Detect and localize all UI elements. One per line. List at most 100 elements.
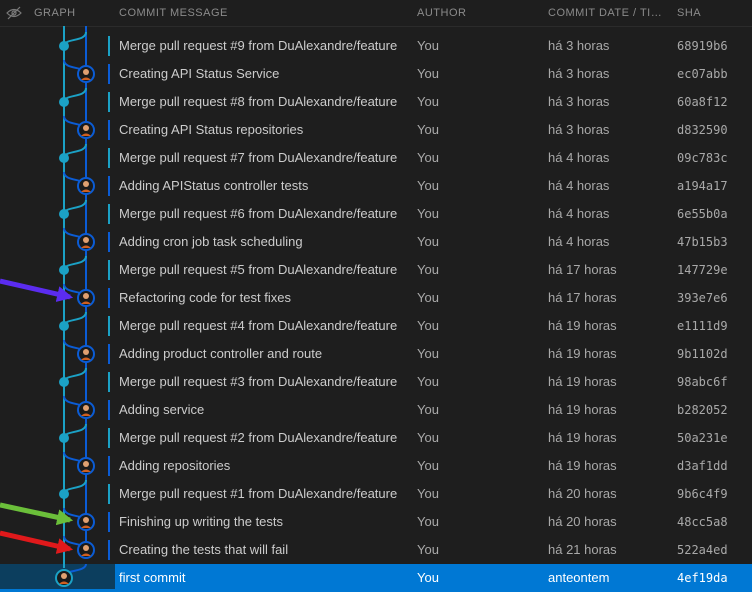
avatar-face xyxy=(61,573,67,579)
merge-commit-dot xyxy=(59,265,69,275)
commit-date: há 20 horas xyxy=(548,514,617,529)
commit-message: Adding product controller and route xyxy=(119,346,323,361)
commit-date: há 19 horas xyxy=(548,374,617,389)
commit-author: You xyxy=(417,150,439,165)
avatar-face xyxy=(83,69,89,75)
commit-author: You xyxy=(417,66,439,81)
commit-date: há 19 horas xyxy=(548,402,617,417)
commit-date: há 3 horas xyxy=(548,94,610,109)
commit-author: You xyxy=(417,486,439,501)
commit-author: You xyxy=(417,122,439,137)
commit-author: You xyxy=(417,570,439,585)
commit-message: Merge pull request #5 from DuAlexandre/f… xyxy=(119,262,398,277)
commit-sha: 4ef19da xyxy=(677,571,728,585)
merge-commit-dot xyxy=(59,153,69,163)
commit-message: Merge pull request #7 from DuAlexandre/f… xyxy=(119,150,398,165)
commit-sha: 9b6c4f9 xyxy=(677,487,728,501)
commit-message: Merge pull request #2 from DuAlexandre/f… xyxy=(119,430,398,445)
commit-message: Merge pull request #1 from DuAlexandre/f… xyxy=(119,486,398,501)
commit-date: há 19 horas xyxy=(548,318,617,333)
avatar-face xyxy=(83,349,89,355)
avatar-face xyxy=(83,405,89,411)
commit-message: Creating API Status Service xyxy=(119,66,280,81)
commit-author: You xyxy=(417,38,439,53)
merge-commit-dot xyxy=(59,97,69,107)
commit-date: há 3 horas xyxy=(548,122,610,137)
commit-date: há 3 horas xyxy=(548,66,610,81)
avatar-face xyxy=(83,181,89,187)
commit-author: You xyxy=(417,262,439,277)
merge-commit-dot xyxy=(59,377,69,387)
commit-author: You xyxy=(417,178,439,193)
commit-date: há 17 horas xyxy=(548,262,617,277)
merge-commit-dot xyxy=(59,433,69,443)
commit-graph xyxy=(0,26,115,589)
commit-sha: b282052 xyxy=(677,403,728,417)
commit-author: You xyxy=(417,514,439,529)
commit-author: You xyxy=(417,290,439,305)
commit-date: há 4 horas xyxy=(548,234,610,249)
commit-message: Finishing up writing the tests xyxy=(119,514,284,529)
commit-author: You xyxy=(417,234,439,249)
commit-sha: d832590 xyxy=(677,123,728,137)
commit-message: Merge pull request #8 from DuAlexandre/f… xyxy=(119,94,398,109)
graph-column-header[interactable]: GRAPH xyxy=(34,7,76,19)
commit-date: anteontem xyxy=(548,570,610,585)
commit-message: Merge pull request #9 from DuAlexandre/f… xyxy=(119,38,398,53)
commit-message: Adding APIStatus controller tests xyxy=(119,178,309,193)
commit-sha: 47b15b3 xyxy=(677,235,728,249)
commit-sha: 6e55b0a xyxy=(677,207,728,221)
commit-sha: a194a17 xyxy=(677,179,728,193)
commit-message-column-header[interactable]: COMMIT MESSAGE xyxy=(119,7,228,19)
commit-sha: 48cc5a8 xyxy=(677,515,728,529)
commit-sha: 98abc6f xyxy=(677,375,728,389)
commit-message: Refactoring code for test fixes xyxy=(119,290,291,305)
commit-date: há 4 horas xyxy=(548,150,610,165)
commit-message: Merge pull request #3 from DuAlexandre/f… xyxy=(119,374,398,389)
commit-date: há 3 horas xyxy=(548,38,610,53)
commit-author: You xyxy=(417,374,439,389)
commit-date: há 20 horas xyxy=(548,486,617,501)
commit-author: You xyxy=(417,402,439,417)
commit-date: há 17 horas xyxy=(548,290,617,305)
avatar-face xyxy=(83,125,89,131)
commit-message: Merge pull request #6 from DuAlexandre/f… xyxy=(119,206,398,221)
commit-date: há 21 horas xyxy=(548,542,617,557)
avatar-face xyxy=(83,461,89,467)
commit-author: You xyxy=(417,346,439,361)
commit-author: You xyxy=(417,430,439,445)
commit-sha: 09c783c xyxy=(677,151,728,165)
commit-sha: 50a231e xyxy=(677,431,728,445)
commit-sha: e1111d9 xyxy=(677,319,728,333)
graph-header: GRAPH COMMIT MESSAGE AUTHOR COMMIT DATE … xyxy=(0,0,752,27)
author-column-header[interactable]: AUTHOR xyxy=(417,7,466,19)
eye-slash-icon[interactable] xyxy=(6,6,22,20)
commit-message: Creating API Status repositories xyxy=(119,122,304,137)
commit-date: há 19 horas xyxy=(548,458,617,473)
commit-message: Adding service xyxy=(119,402,205,417)
avatar-face xyxy=(83,237,89,243)
merge-commit-dot xyxy=(59,321,69,331)
merge-commit-dot xyxy=(59,41,69,51)
commit-date-column-header[interactable]: COMMIT DATE / TI… xyxy=(548,7,662,19)
commit-message: Merge pull request #4 from DuAlexandre/f… xyxy=(119,318,398,333)
commit-message: first commit xyxy=(119,570,186,585)
commit-sha: 522a4ed xyxy=(677,543,728,557)
merge-commit-dot xyxy=(59,209,69,219)
commit-sha: 393e7e6 xyxy=(677,291,728,305)
avatar-face xyxy=(83,517,89,523)
commit-sha: 60a8f12 xyxy=(677,95,728,109)
commit-sha: 147729e xyxy=(677,263,728,277)
merge-commit-dot xyxy=(59,489,69,499)
commit-author: You xyxy=(417,318,439,333)
commit-message: Creating the tests that will fail xyxy=(119,542,289,557)
commit-sha: 9b1102d xyxy=(677,347,728,361)
avatar-face xyxy=(83,545,89,551)
commit-date: há 19 horas xyxy=(548,430,617,445)
commit-message: Adding repositories xyxy=(119,458,231,473)
avatar-face xyxy=(83,293,89,299)
commit-date: há 4 horas xyxy=(548,178,610,193)
commit-author: You xyxy=(417,542,439,557)
sha-column-header[interactable]: SHA xyxy=(677,7,701,19)
commit-date: há 4 horas xyxy=(548,206,610,221)
